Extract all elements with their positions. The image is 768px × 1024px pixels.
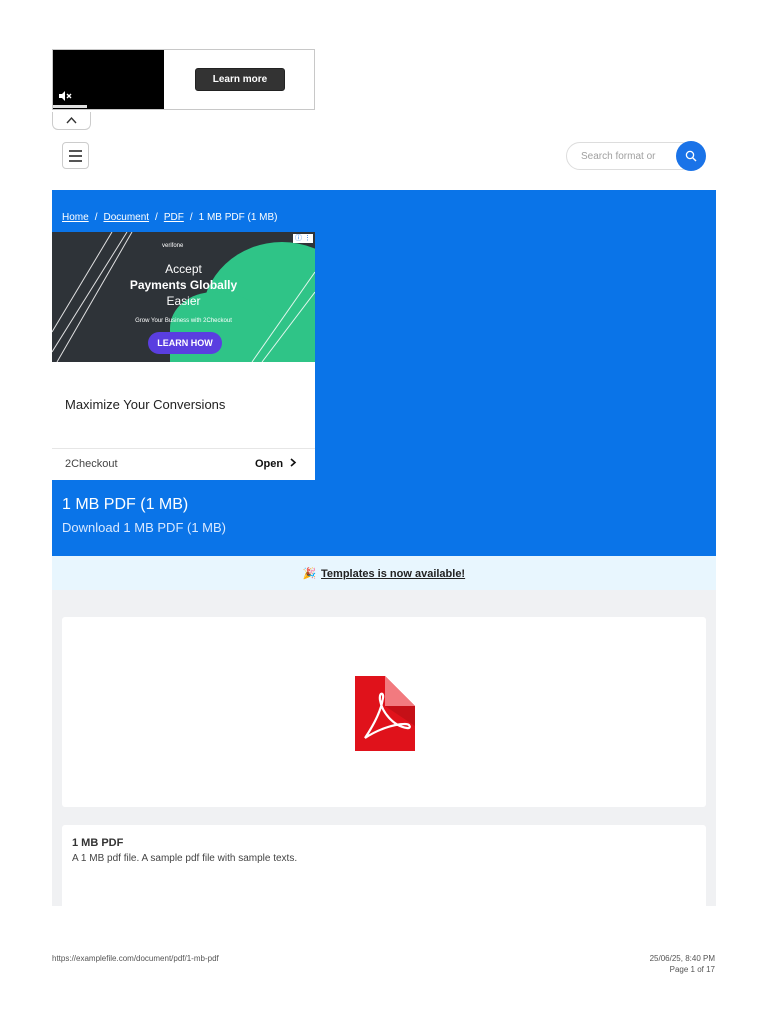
ad-banner-image[interactable]: verifone Accept Payments Globally Easier… [52,232,315,362]
print-footer-url: https://examplefile.com/document/pdf/1-m… [52,954,219,963]
breadcrumb-current: 1 MB PDF (1 MB) [198,212,278,223]
ad-advertiser: 2Checkout [65,458,118,470]
menu-button[interactable] [62,142,89,169]
file-description: A 1 MB pdf file. A sample pdf file with … [72,853,298,864]
breadcrumb-separator: / [189,212,193,223]
breadcrumb-home[interactable]: Home [62,212,89,223]
breadcrumb: Home / Document / PDF / 1 MB PDF (1 MB) [62,212,278,223]
learn-more-button[interactable]: Learn more [195,68,285,91]
chevron-right-icon [290,458,297,467]
video-progress-bar [53,105,87,108]
page-title: 1 MB PDF (1 MB) [62,496,189,513]
breadcrumb-separator: / [94,212,98,223]
video-player[interactable] [53,50,164,109]
ad-brand-logo: verifone [162,243,184,249]
menu-icon-line [69,160,82,162]
breadcrumb-document[interactable]: Document [103,212,149,223]
ad-banner-line: Easier [166,294,201,308]
file-title: 1 MB PDF [72,837,124,849]
breadcrumb-separator: / [155,212,158,223]
chevron-up-icon [66,116,77,124]
print-footer-datetime: 25/06/25, 8:40 PM [649,954,715,963]
search-button[interactable] [676,141,706,171]
muted-speaker-icon[interactable] [58,90,72,102]
ad-learn-how-button[interactable]: LEARN HOW [148,332,222,354]
file-info-card: 1 MB PDF A 1 MB pdf file. A sample pdf f… [62,825,706,906]
ad-info-icon[interactable]: ⓘ ⋮ [293,234,313,243]
collapse-ad-tab[interactable] [52,112,91,130]
print-footer-page: Page 1 of 17 [669,965,715,974]
menu-icon-line [69,155,82,157]
announcement-bar: 🎉 Templates is now available! [52,556,716,590]
ad-banner-line: Accept [165,262,202,276]
ad-open-button[interactable]: Open [255,458,297,470]
ad-banner-tagline: Grow Your Business with 2Checkout [135,318,232,324]
templates-announcement-link[interactable]: Templates is now available! [321,568,465,580]
ad-divider [52,448,315,449]
display-ad[interactable]: verifone Accept Payments Globally Easier… [52,232,315,480]
search-icon [685,150,697,162]
ad-headline[interactable]: Maximize Your Conversions [65,397,225,412]
video-ad: Learn more [52,49,315,110]
ad-open-label: Open [255,458,284,470]
party-icon: 🎉 [302,568,317,580]
pdf-file-icon [355,676,415,751]
hero-section: Home / Document / PDF / 1 MB PDF (1 MB) verifo… [52,190,716,556]
ad-banner-line: Payments Globally [129,278,238,292]
menu-icon-line [69,150,82,152]
page-subtitle: Download 1 MB PDF (1 MB) [62,520,226,535]
search-input[interactable] [581,148,681,164]
breadcrumb-pdf[interactable]: PDF [164,212,184,223]
